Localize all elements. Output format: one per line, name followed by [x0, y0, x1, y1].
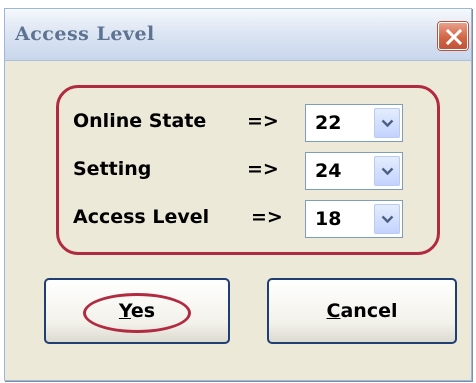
setting-row: Setting => 24	[73, 150, 433, 192]
yes-button[interactable]: Yes	[44, 278, 230, 344]
cancel-button[interactable]: Cancel	[267, 278, 457, 344]
access-level-dialog: Access Level Online State => 22 Setting …	[4, 8, 472, 381]
setting-arrow: =>	[247, 158, 279, 180]
access-level-arrow: =>	[251, 206, 283, 228]
close-button[interactable]	[438, 22, 468, 50]
access-level-value: 18	[315, 208, 342, 230]
setting-select[interactable]: 24	[305, 152, 403, 190]
yes-highlight-circle	[83, 293, 191, 333]
close-icon	[446, 29, 462, 45]
cancel-button-label: Cancel	[269, 300, 455, 322]
access-level-row: Access Level => 18	[73, 198, 433, 240]
online-state-label: Online State	[73, 110, 207, 132]
dialog-title: Access Level	[15, 23, 155, 45]
access-levels-group: Online State => 22 Setting => 24 Access …	[56, 85, 440, 255]
online-state-dropdown-button[interactable]	[374, 108, 400, 138]
online-state-value: 22	[315, 112, 342, 134]
chevron-down-icon	[381, 167, 394, 176]
online-state-select[interactable]: 22	[305, 104, 403, 142]
setting-dropdown-button[interactable]	[374, 156, 400, 186]
chevron-down-icon	[381, 119, 394, 128]
cancel-mnemonic: C	[326, 300, 341, 322]
access-level-dropdown-button[interactable]	[374, 204, 400, 234]
cancel-label-rest: ancel	[340, 300, 398, 322]
online-state-row: Online State => 22	[73, 102, 433, 144]
online-state-arrow: =>	[247, 110, 279, 132]
access-level-select[interactable]: 18	[305, 200, 403, 238]
access-level-label: Access Level	[73, 206, 210, 228]
title-bar[interactable]: Access Level	[5, 9, 471, 61]
setting-value: 24	[315, 160, 342, 182]
setting-label: Setting	[73, 158, 152, 180]
chevron-down-icon	[381, 215, 394, 224]
